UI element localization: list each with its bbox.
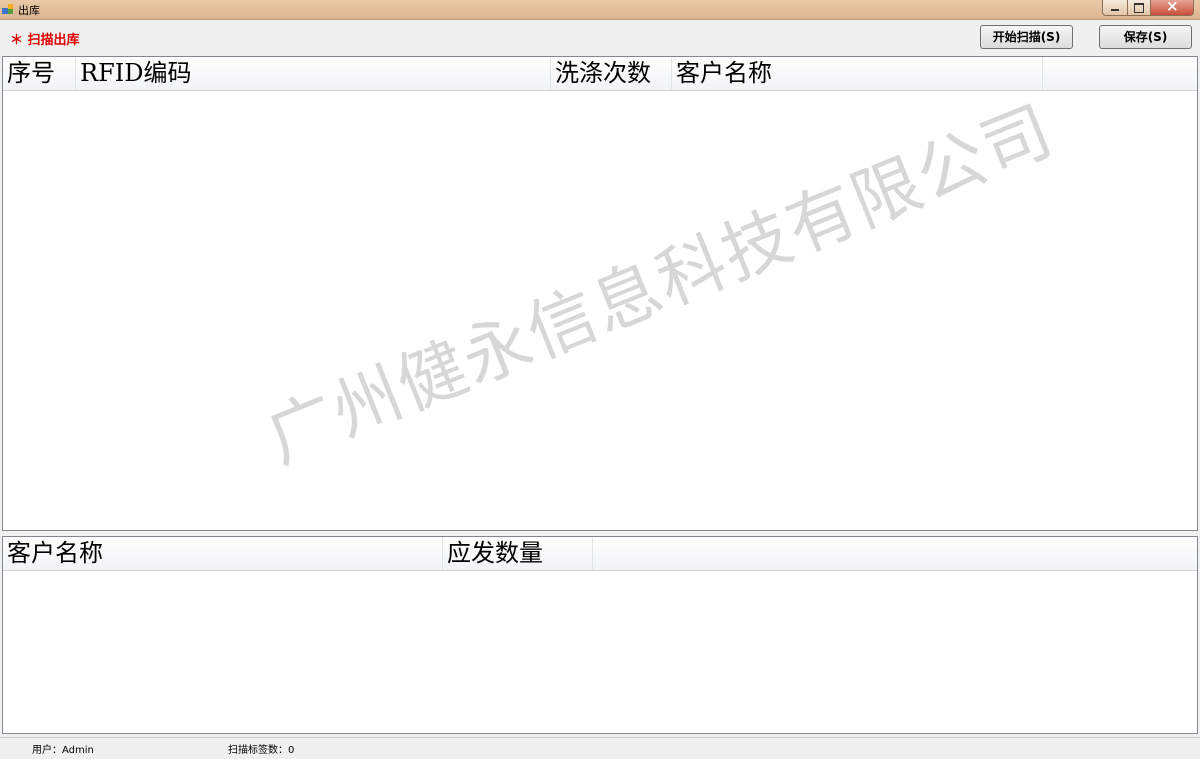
status-bar: 用户：Admin 扫描标签数：0 xyxy=(0,737,1200,759)
start-scan-button[interactable]: 开始扫描(S) xyxy=(980,25,1073,49)
app-icon xyxy=(2,4,13,14)
save-button[interactable]: 保存(S) xyxy=(1099,25,1192,49)
column-header-rfid[interactable]: RFID编码 xyxy=(76,57,551,90)
column-header-customer[interactable]: 客户名称 xyxy=(672,57,1043,90)
window-controls xyxy=(1102,0,1194,16)
title-bar: 出库 xyxy=(0,0,1200,20)
column-header-index[interactable]: 序号 xyxy=(3,57,76,90)
column-header-wash-count[interactable]: 洗涤次数 xyxy=(551,57,672,90)
status-scan-count: 扫描标签数：0 xyxy=(228,745,295,756)
column-header-quantity[interactable]: 应发数量 xyxy=(443,537,593,570)
rfid-grid-header: 序号 RFID编码 洗涤次数 客户名称 xyxy=(3,57,1197,91)
close-button[interactable] xyxy=(1151,0,1194,16)
summary-grid-header: 客户名称 应发数量 xyxy=(3,537,1197,571)
summary-grid[interactable]: 客户名称 应发数量 xyxy=(2,536,1198,734)
toolbar: ＊ 扫描出库 开始扫描(S) 保存(S) xyxy=(0,20,1200,56)
window-title: 出库 xyxy=(18,4,40,17)
maximize-button[interactable] xyxy=(1128,0,1151,16)
minimize-button[interactable] xyxy=(1102,0,1128,16)
status-user: 用户：Admin xyxy=(32,745,94,756)
column-header-customer-name[interactable]: 客户名称 xyxy=(3,537,443,570)
rfid-grid[interactable]: 序号 RFID编码 洗涤次数 客户名称 xyxy=(2,56,1198,531)
scan-out-label: ＊ 扫描出库 xyxy=(10,33,80,48)
